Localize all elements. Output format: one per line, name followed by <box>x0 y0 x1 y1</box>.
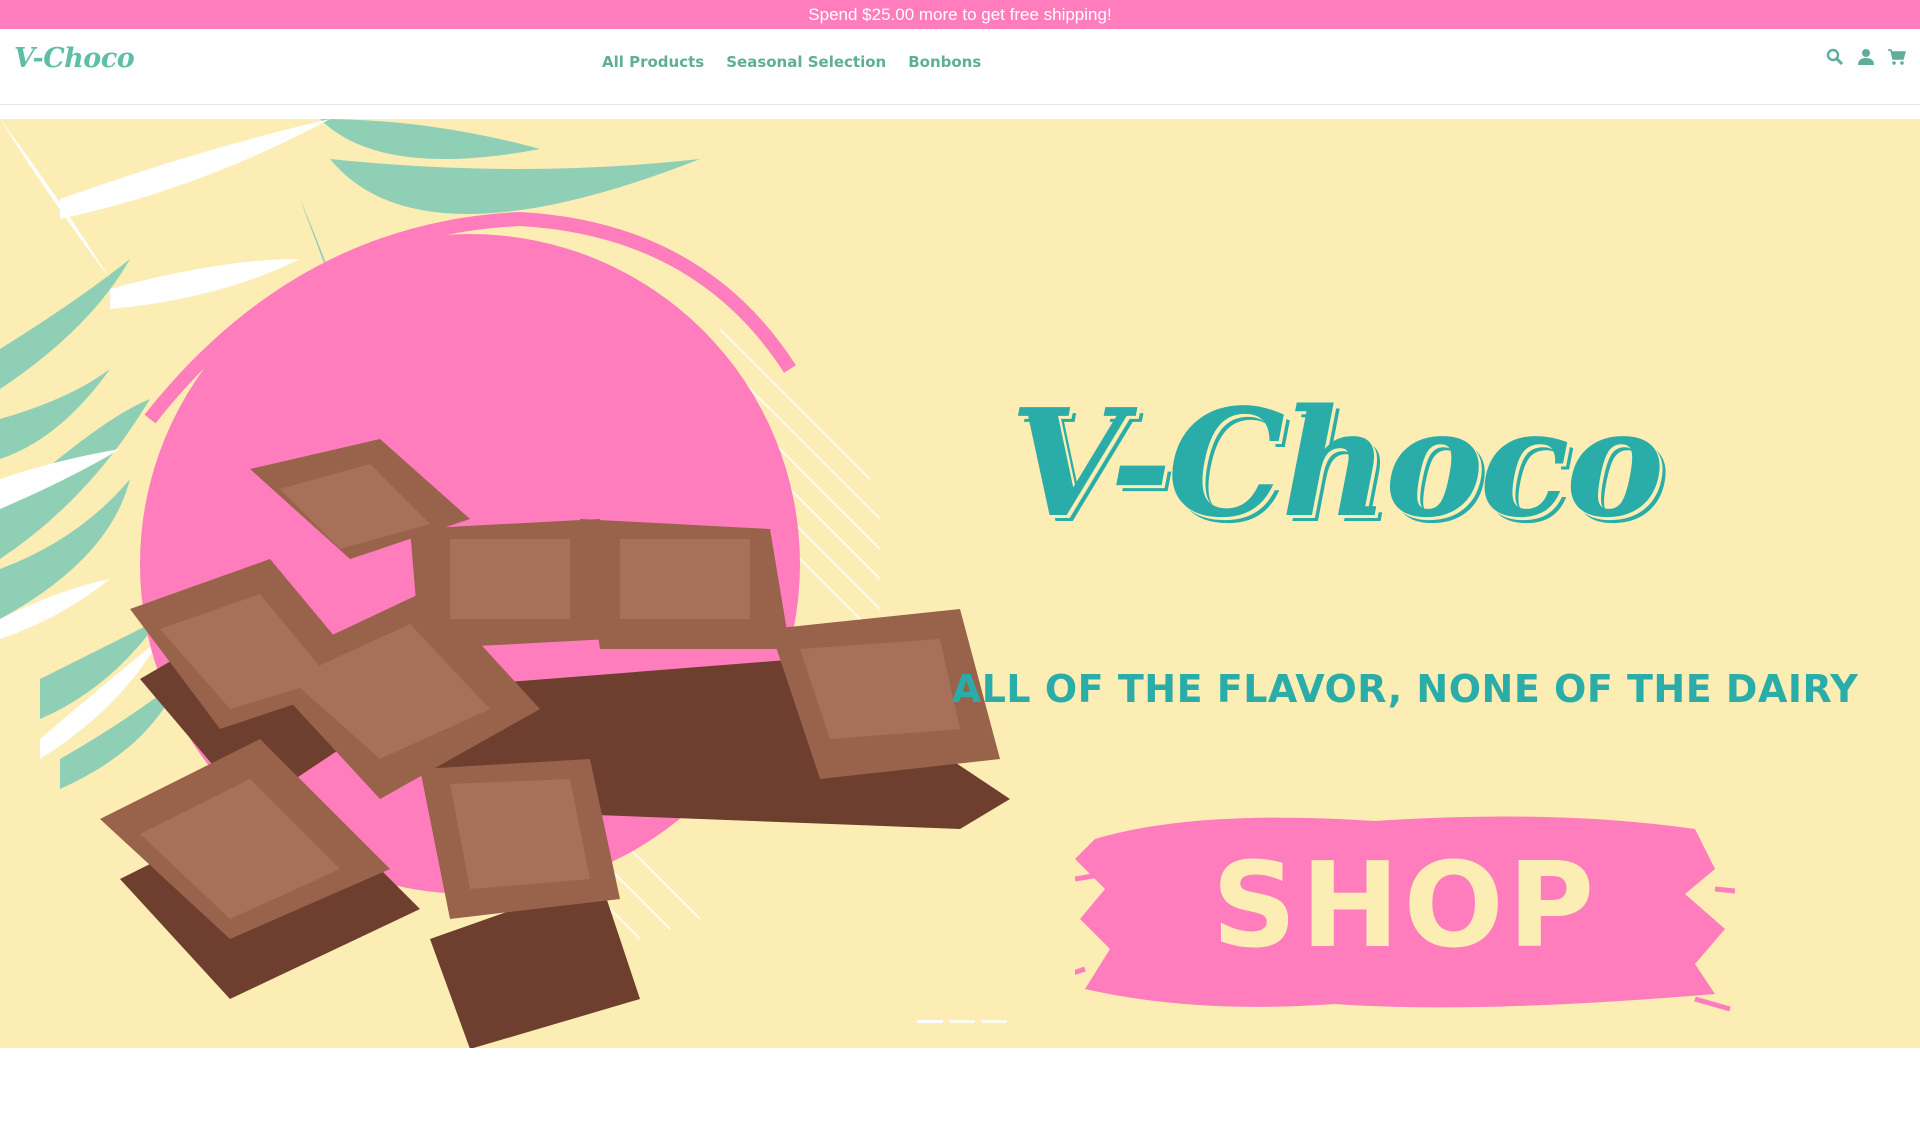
account-icon[interactable] <box>1857 48 1875 66</box>
site-header: V-Choco All Products Seasonal Selection … <box>0 29 1920 105</box>
nav-all-products[interactable]: All Products <box>602 53 704 71</box>
slider-dot[interactable] <box>949 1020 975 1023</box>
slider-dots <box>917 1020 1007 1023</box>
header-icons <box>1826 48 1906 66</box>
hero-tagline: ALL OF THE FLAVOR, NONE OF THE DAIRY <box>951 667 1859 711</box>
hero-banner[interactable]: V-Choco ALL OF THE FLAVOR, NONE OF THE D… <box>0 119 1920 1048</box>
nav-seasonal-selection[interactable]: Seasonal Selection <box>726 53 886 71</box>
cart-icon[interactable] <box>1888 48 1906 66</box>
slider-dot[interactable] <box>917 1020 943 1023</box>
main-nav: All Products Seasonal Selection Bonbons <box>602 53 981 71</box>
announcement-text: Spend $25.00 more to get free shipping! <box>808 5 1112 24</box>
hero-title: V-Choco <box>1010 376 1664 550</box>
search-icon[interactable] <box>1826 48 1844 66</box>
nav-bonbons[interactable]: Bonbons <box>908 53 981 71</box>
shop-button-label: SHOP <box>1211 836 1599 974</box>
slider-dot[interactable] <box>981 1020 1007 1023</box>
announcement-bar: Spend $25.00 more to get free shipping! <box>0 0 1920 29</box>
site-logo[interactable]: V-Choco <box>14 43 135 74</box>
shop-button[interactable]: SHOP <box>1075 799 1735 1019</box>
